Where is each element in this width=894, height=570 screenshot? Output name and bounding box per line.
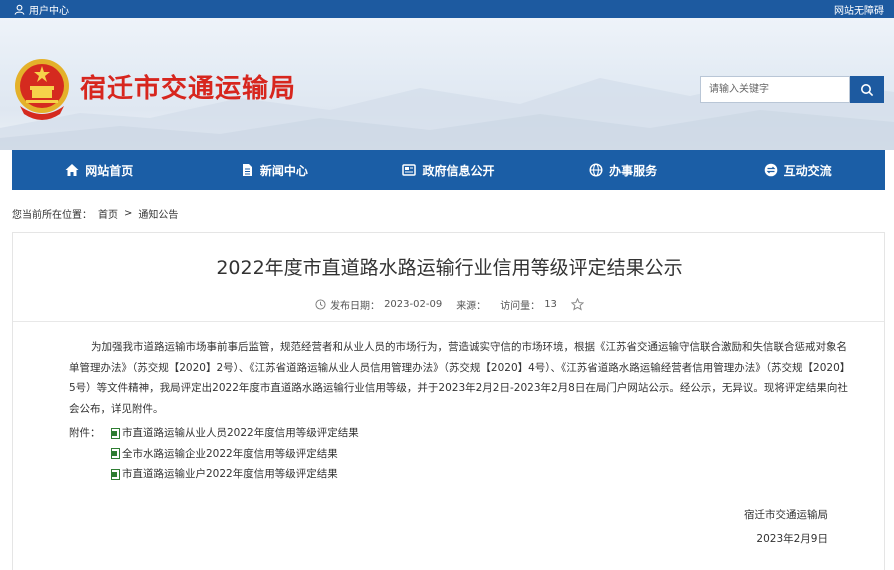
nav-item-services[interactable]: 办事服务 — [536, 150, 711, 190]
article-title: 2022年度市直道路水路运输行业信用等级评定结果公示 — [216, 257, 683, 279]
user-center-label: 用户中心 — [29, 6, 69, 17]
article-meta: 发布日期： 2023-02-09 来源： 访问量： 13 — [13, 297, 886, 312]
site-title[interactable]: 宿迁市交通运输局 — [80, 68, 296, 105]
clock-icon — [315, 299, 326, 310]
attachment-row: 附件： 市直道路运输从业人员2022年度信用等级评定结果 — [69, 423, 359, 444]
divider — [13, 321, 884, 322]
user-icon — [14, 4, 25, 15]
breadcrumb-home[interactable]: 首页 — [98, 206, 118, 221]
views-count: 13 — [544, 299, 557, 310]
source-label: 来源： — [456, 301, 487, 312]
attachments-list: 附件： 市直道路运输从业人员2022年度信用等级评定结果 全市水路运输企业202… — [69, 423, 359, 485]
breadcrumb-prefix: 您当前所在位置： — [12, 210, 92, 221]
signature: 宿迁市交通运输局 — [744, 509, 828, 521]
search-input[interactable]: 请输入关键字 — [700, 76, 850, 103]
attachment-link[interactable]: 全市水路运输企业2022年度信用等级评定结果 — [122, 444, 338, 465]
nav-item-home[interactable]: 网站首页 — [12, 150, 187, 190]
home-icon — [65, 164, 79, 176]
article-container: 2022年度市直道路水路运输行业信用等级评定结果公示 发布日期： 2023-02… — [12, 232, 885, 570]
sign-date: 2023年2月9日 — [756, 533, 828, 545]
nav-item-gov-info[interactable]: 政府信息公开 — [361, 150, 536, 190]
attachment-link[interactable]: 市直道路运输业户2022年度信用等级评定结果 — [122, 464, 338, 485]
newspaper-icon — [402, 164, 417, 176]
attachment-link[interactable]: 市直道路运输从业人员2022年度信用等级评定结果 — [122, 423, 359, 444]
star-icon[interactable] — [570, 298, 584, 311]
publish-date: 2023-02-09 — [384, 299, 443, 310]
attachment-row: 市直道路运输业户2022年度信用等级评定结果 — [69, 464, 359, 485]
nav-item-interaction[interactable]: 互动交流 — [710, 150, 885, 190]
views-label: 访问量： — [500, 301, 541, 312]
nav-label: 新闻中心 — [259, 163, 308, 178]
globe-icon — [589, 163, 603, 177]
main-nav: 网站首页 新闻中心 政府信息公开 办事服务 互动交流 — [12, 150, 885, 190]
search-button[interactable] — [850, 76, 884, 103]
nav-item-news[interactable]: 新闻中心 — [187, 150, 362, 190]
attachment-row: 全市水路运输企业2022年度信用等级评定结果 — [69, 444, 359, 465]
user-center-link[interactable]: 用户中心 — [14, 2, 69, 17]
excel-file-icon — [111, 427, 120, 439]
excel-file-icon — [111, 448, 120, 460]
nav-label: 办事服务 — [609, 163, 658, 178]
top-bar: 用户中心 网站无障碍 — [0, 0, 894, 18]
nav-label: 政府信息公开 — [422, 163, 495, 178]
search-icon — [861, 83, 874, 96]
exchange-icon — [764, 163, 777, 177]
breadcrumb: 您当前所在位置： 首页 > 通知公告 — [12, 206, 178, 221]
breadcrumb-current[interactable]: 通知公告 — [138, 206, 178, 221]
nav-label: 网站首页 — [85, 163, 134, 178]
nav-label: 互动交流 — [783, 163, 832, 178]
national-emblem-icon — [15, 59, 69, 120]
attachments-label: 附件： — [69, 427, 101, 439]
breadcrumb-separator: > — [124, 208, 133, 219]
document-icon — [242, 164, 252, 176]
excel-file-icon — [111, 468, 120, 480]
accessibility-link[interactable]: 网站无障碍 — [834, 2, 884, 17]
publish-date-label: 发布日期： — [330, 301, 381, 312]
site-header: 宿迁市交通运输局 请输入关键字 — [0, 18, 894, 150]
article-body: 为加强我市道路运输市场事前事后监管，规范经营者和从业人员的市场行为，营造诚实守信… — [69, 341, 848, 415]
